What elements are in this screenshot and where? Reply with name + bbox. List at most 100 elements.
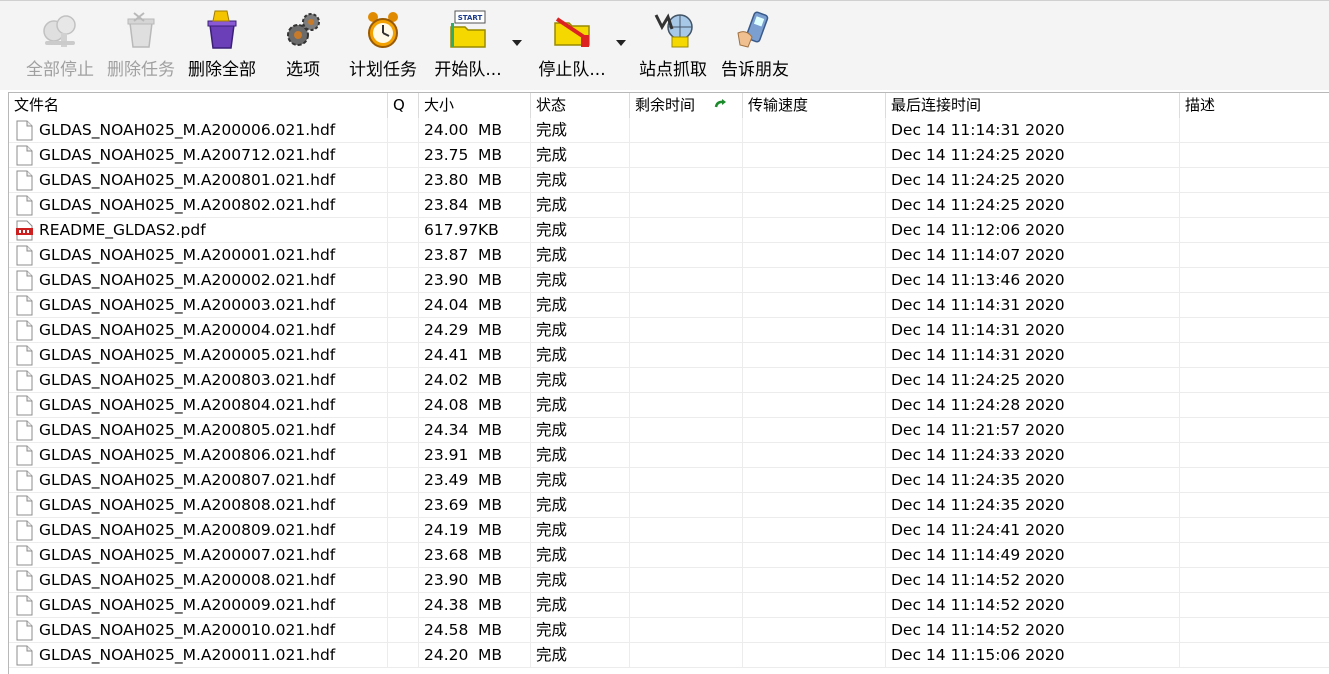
last-connect-cell: Dec 14 11:24:35 2020 bbox=[886, 493, 1180, 517]
last-connect-cell: Dec 14 11:14:52 2020 bbox=[886, 593, 1180, 617]
table-row[interactable]: GLDAS_NOAH025_M.A200001.021.hdf 23.87 MB 完成… bbox=[9, 243, 1329, 268]
speed-cell bbox=[743, 443, 886, 467]
size-value: 24.29 bbox=[424, 321, 469, 339]
speed-cell bbox=[743, 393, 886, 417]
delete-all-button[interactable]: 删除全部 bbox=[184, 9, 260, 85]
table-row[interactable]: GLDAS_NOAH025_M.A200803.021.hdf 24.02 MB 完成… bbox=[9, 368, 1329, 393]
status-cell: 完成 bbox=[531, 118, 630, 142]
table-row[interactable]: GLDAS_NOAH025_M.A200008.021.hdf 23.90 MB 完成… bbox=[9, 568, 1329, 593]
column-header-size[interactable]: 大小 bbox=[419, 93, 531, 118]
column-header-description[interactable]: 描述 bbox=[1180, 93, 1329, 118]
start-queue-icon: START bbox=[450, 10, 486, 48]
description-cell bbox=[1180, 543, 1329, 567]
last-connect-cell: Dec 14 11:13:46 2020 bbox=[886, 268, 1180, 292]
table-row[interactable]: GLDAS_NOAH025_M.A200002.021.hdf 23.90 MB 完成… bbox=[9, 268, 1329, 293]
description-cell bbox=[1180, 293, 1329, 317]
stop-queue-dropdown-icon[interactable] bbox=[614, 37, 628, 49]
column-header-last-connect[interactable]: 最后连接时间 bbox=[886, 93, 1180, 118]
last-connect-cell: Dec 14 11:24:28 2020 bbox=[886, 393, 1180, 417]
table-row[interactable]: GLDAS_NOAH025_M.A200003.021.hdf 24.04 MB 完成… bbox=[9, 293, 1329, 318]
remaining-time-cell bbox=[630, 493, 743, 517]
options-button[interactable]: 选项 bbox=[271, 9, 335, 85]
table-row[interactable]: GLDAS_NOAH025_M.A200809.021.hdf 24.19 MB 完成… bbox=[9, 518, 1329, 543]
speed-cell bbox=[743, 368, 886, 392]
status-cell: 完成 bbox=[531, 543, 630, 567]
speed-cell bbox=[743, 243, 886, 267]
queue-cell bbox=[388, 243, 419, 267]
tell-friend-button[interactable]: 告诉朋友 bbox=[717, 9, 793, 85]
file-icon bbox=[16, 420, 33, 441]
filename-cell: GLDAS_NOAH025_M.A200008.021.hdf bbox=[9, 568, 388, 592]
column-header-remaining-time[interactable]: 剩余时间 bbox=[630, 93, 743, 118]
table-row[interactable]: GLDAS_NOAH025_M.A200005.021.hdf 24.41 MB 完成… bbox=[9, 343, 1329, 368]
table-row[interactable]: GLDAS_NOAH025_M.A200011.021.hdf 24.20 MB 完成… bbox=[9, 643, 1329, 668]
file-icon bbox=[16, 645, 33, 666]
site-grabber-button[interactable]: 站点抓取 bbox=[635, 9, 711, 85]
table-row[interactable]: GLDAS_NOAH025_M.A200808.021.hdf 23.69 MB 完成… bbox=[9, 493, 1329, 518]
table-row[interactable]: GLDAS_NOAH025_M.A200806.021.hdf 23.91 MB 完成… bbox=[9, 443, 1329, 468]
table-row[interactable]: GLDAS_NOAH025_M.A200009.021.hdf 24.38 MB 完成… bbox=[9, 593, 1329, 618]
queue-cell bbox=[388, 118, 419, 142]
table-row[interactable]: GLDAS_NOAH025_M.A200801.021.hdf 23.80 MB 完成… bbox=[9, 168, 1329, 193]
file-icon bbox=[16, 320, 33, 341]
status-cell: 完成 bbox=[531, 568, 630, 592]
remaining-time-cell bbox=[630, 268, 743, 292]
size-cell: 24.34 MB bbox=[419, 418, 531, 442]
table-row[interactable]: GLDAS_NOAH025_M.A200006.021.hdf 24.00 MB 完成… bbox=[9, 118, 1329, 143]
column-header-queue[interactable]: Q bbox=[388, 93, 419, 118]
start-queue-dropdown-icon[interactable] bbox=[510, 37, 524, 49]
queue-cell bbox=[388, 368, 419, 392]
last-connect-cell: Dec 14 11:14:31 2020 bbox=[886, 293, 1180, 317]
size-value: 24.20 bbox=[424, 646, 469, 664]
description-cell bbox=[1180, 643, 1329, 667]
remaining-time-cell bbox=[630, 368, 743, 392]
file-icon bbox=[16, 545, 33, 566]
size-cell: 23.90 MB bbox=[419, 568, 531, 592]
stop-all-button[interactable]: 全部停止 bbox=[22, 9, 98, 85]
filename-cell: GLDAS_NOAH025_M.A200007.021.hdf bbox=[9, 543, 388, 567]
file-icon bbox=[16, 120, 33, 141]
filename: GLDAS_NOAH025_M.A200009.021.hdf bbox=[39, 596, 336, 614]
scheduler-button[interactable]: 计划任务 bbox=[345, 9, 421, 85]
status-cell: 完成 bbox=[531, 618, 630, 642]
file-icon bbox=[16, 395, 33, 416]
table-body: GLDAS_NOAH025_M.A200006.021.hdf 24.00 MB 完成… bbox=[9, 118, 1329, 668]
table-row[interactable]: GLDAS_NOAH025_M.A200007.021.hdf 23.68 MB 完成… bbox=[9, 543, 1329, 568]
size-value: 23.90 bbox=[424, 271, 469, 289]
table-row[interactable]: GLDAS_NOAH025_M.A200010.021.hdf 24.58 MB 完成… bbox=[9, 618, 1329, 643]
size-unit: MB bbox=[478, 546, 503, 564]
stop-queue-icon bbox=[554, 17, 590, 47]
filename-cell: GLDAS_NOAH025_M.A200006.021.hdf bbox=[9, 118, 388, 142]
size-unit: MB bbox=[478, 171, 503, 189]
table-row[interactable]: GLDAS_NOAH025_M.A200804.021.hdf 24.08 MB 完成… bbox=[9, 393, 1329, 418]
column-header-filename[interactable]: 文件名 bbox=[9, 93, 388, 118]
speed-cell bbox=[743, 168, 886, 192]
size-cell: 24.19 MB bbox=[419, 518, 531, 542]
speed-cell bbox=[743, 143, 886, 167]
filename: GLDAS_NOAH025_M.A200807.021.hdf bbox=[39, 471, 336, 489]
start-queue-button[interactable]: START 开始队... bbox=[430, 9, 506, 85]
table-row[interactable]: GLDAS_NOAH025_M.A200712.021.hdf 23.75 MB 完成… bbox=[9, 143, 1329, 168]
filename-cell: GLDAS_NOAH025_M.A200011.021.hdf bbox=[9, 643, 388, 667]
queue-cell bbox=[388, 343, 419, 367]
stop-queue-button[interactable]: 停止队... bbox=[534, 9, 610, 85]
description-cell bbox=[1180, 468, 1329, 492]
speed-cell bbox=[743, 543, 886, 567]
description-cell bbox=[1180, 168, 1329, 192]
status-cell: 完成 bbox=[531, 643, 630, 667]
table-row[interactable]: GLDAS_NOAH025_M.A200805.021.hdf 24.34 MB 完成… bbox=[9, 418, 1329, 443]
last-connect-cell: Dec 14 11:24:35 2020 bbox=[886, 468, 1180, 492]
column-header-status[interactable]: 状态 bbox=[531, 93, 630, 118]
delete-task-button[interactable]: 删除任务 bbox=[103, 9, 179, 85]
column-header-speed[interactable]: 传输速度 bbox=[743, 93, 886, 118]
filename: GLDAS_NOAH025_M.A200804.021.hdf bbox=[39, 396, 336, 414]
table-row[interactable]: GLDAS_NOAH025_M.A200004.021.hdf 24.29 MB 完成… bbox=[9, 318, 1329, 343]
file-icon bbox=[16, 470, 33, 491]
size-value: 23.69 bbox=[424, 496, 469, 514]
table-row[interactable]: README_GLDAS2.pdf 617.97KB 完成 Dec 14 11:12:… bbox=[9, 218, 1329, 243]
queue-cell bbox=[388, 143, 419, 167]
table-row[interactable]: GLDAS_NOAH025_M.A200807.021.hdf 23.49 MB 完成… bbox=[9, 468, 1329, 493]
size-cell: 23.87 MB bbox=[419, 243, 531, 267]
size-cell: 23.90 MB bbox=[419, 268, 531, 292]
table-row[interactable]: GLDAS_NOAH025_M.A200802.021.hdf 23.84 MB 完成… bbox=[9, 193, 1329, 218]
